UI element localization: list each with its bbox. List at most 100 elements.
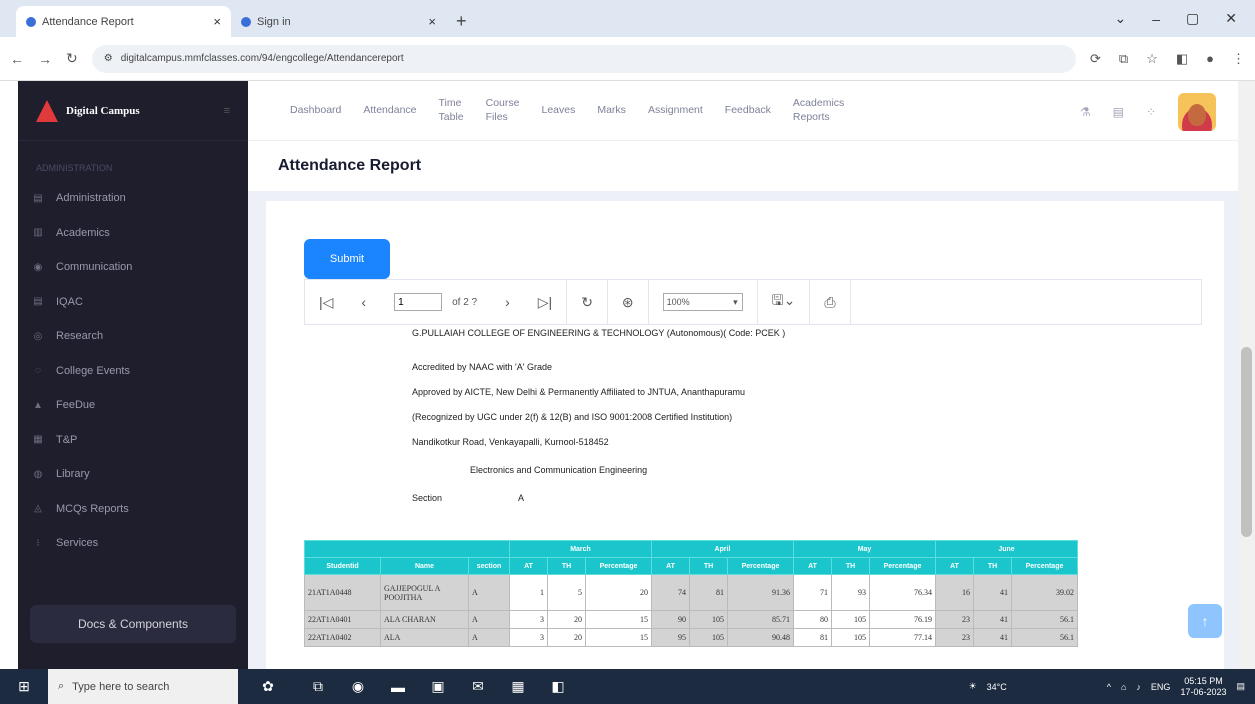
- app-icon[interactable]: ◧: [538, 669, 578, 704]
- sidebar-item-tp[interactable]: ▦ T&P: [18, 423, 248, 458]
- collapse-sidebar-icon[interactable]: ≡: [224, 105, 230, 117]
- side-panel-icon[interactable]: ◧: [1176, 51, 1188, 67]
- nav-label: Dashboard: [290, 103, 342, 116]
- mail-icon[interactable]: ✉: [458, 669, 498, 704]
- table-cell: A: [468, 628, 510, 647]
- close-window-icon[interactable]: ✕: [1225, 10, 1237, 27]
- weather-icon[interactable]: ☀: [969, 681, 977, 692]
- menu-kebab-icon[interactable]: ⋮: [1232, 51, 1245, 67]
- avatar-face: [1188, 104, 1206, 126]
- volume-icon[interactable]: ♪: [1136, 682, 1141, 692]
- top-navigation: Dashboard Attendance Time Table Course Fil…: [248, 81, 1238, 141]
- menu-icon: ▤: [33, 192, 43, 204]
- avatar[interactable]: [1178, 93, 1216, 131]
- tab-attendance-report[interactable]: Attendance Report ×: [16, 6, 231, 37]
- task-view-icon[interactable]: ⧉: [298, 669, 338, 704]
- file-explorer-icon[interactable]: ▬: [378, 669, 418, 704]
- page-scrollbar[interactable]: [1238, 81, 1255, 669]
- activity-icon[interactable]: ⚗: [1080, 105, 1091, 119]
- tab-title: Sign in: [257, 15, 291, 28]
- column-header: TH: [547, 557, 586, 575]
- search-icon: ⌕: [58, 680, 65, 692]
- maximize-icon[interactable]: ▢: [1186, 10, 1199, 27]
- profile-icon[interactable]: ●: [1206, 51, 1214, 66]
- translate-icon[interactable]: ⟳: [1090, 51, 1101, 67]
- sidebar-item-library[interactable]: ◍ Library: [18, 457, 248, 492]
- attendance-table: March April May June Studentid Name sect…: [304, 540, 1078, 647]
- reload-icon[interactable]: ↻: [66, 50, 78, 67]
- table-cell: 3: [509, 610, 548, 629]
- language-indicator[interactable]: ENG: [1151, 682, 1171, 692]
- nav-label: Files: [485, 110, 508, 123]
- sidebar-item-communication[interactable]: ◉ Communication: [18, 250, 248, 285]
- clock[interactable]: 05:15 PM 17-06-2023: [1180, 676, 1226, 698]
- table-row: 22AT1A0401 ALA CHARAN A 3 20 15 90 105 8…: [304, 610, 1078, 629]
- nav-leaves[interactable]: Leaves: [541, 104, 575, 117]
- notification-icon[interactable]: ▤: [1236, 681, 1245, 692]
- zoom-select[interactable]: 100% ▾: [662, 293, 743, 311]
- page-number-input[interactable]: [394, 293, 443, 311]
- nav-label: Marks: [597, 103, 626, 116]
- url-input[interactable]: ⚙ digitalcampus.mmfclasses.com/94/engcol…: [91, 44, 1076, 73]
- sidebar-item-research[interactable]: ◎ Research: [18, 319, 248, 354]
- column-header: AT: [793, 557, 832, 575]
- bookmark-star-icon[interactable]: ☆: [1146, 51, 1158, 67]
- brand: Digital Campus ≡: [18, 81, 248, 141]
- tab-search-icon[interactable]: ⌄: [1115, 10, 1127, 27]
- export-icon[interactable]: 🖫⌄: [758, 279, 811, 325]
- store-icon[interactable]: ▣: [418, 669, 458, 704]
- nav-assignment[interactable]: Assignment: [648, 104, 703, 117]
- next-page-icon[interactable]: ›: [491, 279, 524, 325]
- site-info-icon[interactable]: ⚙: [104, 53, 113, 64]
- sidebar-item-administration[interactable]: ▤ Administration: [18, 181, 248, 216]
- print-icon[interactable]: ⎙: [810, 279, 851, 325]
- back-icon[interactable]: ←: [10, 51, 24, 67]
- app-icon[interactable]: ▦: [498, 669, 538, 704]
- new-tab-button[interactable]: +: [446, 6, 477, 37]
- column-header: TH: [831, 557, 870, 575]
- refresh-icon[interactable]: ↻: [567, 279, 608, 325]
- scrollbar-thumb[interactable]: [1241, 347, 1252, 537]
- sidebar-item-label: FeeDue: [56, 399, 96, 412]
- chat-icon[interactable]: ▤: [1113, 105, 1124, 119]
- menu-icon: ◬: [34, 503, 42, 515]
- sidebar-item-academics[interactable]: ▥ Academics: [18, 216, 248, 251]
- taskbar-search-placeholder: Type here to search: [72, 680, 170, 693]
- docs-components-button[interactable]: Docs & Components: [30, 605, 236, 643]
- windows-start-icon[interactable]: ⊞: [0, 669, 48, 704]
- nav-feedback[interactable]: Feedback: [725, 104, 771, 117]
- install-icon[interactable]: ⧉: [1119, 51, 1128, 67]
- minimize-icon[interactable]: –: [1152, 11, 1160, 27]
- widget-icon[interactable]: ✿: [238, 669, 298, 704]
- close-tab-icon[interactable]: ×: [428, 14, 436, 29]
- nav-academics-reports[interactable]: Academics Reports: [793, 97, 844, 123]
- nav-time-table[interactable]: Time Table: [439, 97, 464, 123]
- sidebar-item-feedue[interactable]: ▲ FeeDue: [18, 388, 248, 423]
- chrome-icon[interactable]: ◉: [338, 669, 378, 704]
- close-tab-icon[interactable]: ×: [213, 14, 221, 29]
- table-cell: 23: [935, 628, 974, 647]
- apps-grid-icon[interactable]: ⁘: [1146, 105, 1156, 119]
- tab-sign-in[interactable]: Sign in ×: [231, 6, 446, 37]
- forward-icon[interactable]: →: [38, 51, 52, 67]
- sidebar-item-iqac[interactable]: ▤ IQAC: [18, 285, 248, 320]
- first-page-icon[interactable]: |◁: [305, 279, 347, 325]
- nav-marks[interactable]: Marks: [597, 104, 626, 117]
- scroll-top-button[interactable]: ↑: [1188, 604, 1222, 638]
- last-page-icon[interactable]: ▷|: [524, 279, 568, 325]
- sidebar-item-label: Administration: [56, 192, 126, 205]
- taskbar-search[interactable]: ⌕ Type here to search: [48, 669, 238, 704]
- network-icon[interactable]: ⌂: [1121, 682, 1126, 692]
- previous-page-icon[interactable]: ‹: [347, 279, 380, 325]
- sidebar-item-services[interactable]: ⁝ Services: [18, 526, 248, 561]
- nav-dashboard[interactable]: Dashboard: [290, 104, 341, 117]
- nav-attendance[interactable]: Attendance: [363, 104, 416, 117]
- report-department: Electronics and Communication Engineerin…: [470, 465, 648, 475]
- submit-button[interactable]: Submit: [304, 239, 390, 279]
- sidebar-item-college-events[interactable]: ◌ College Events: [18, 354, 248, 389]
- tray-chevron-icon[interactable]: ^: [1107, 682, 1111, 692]
- nav-course-files[interactable]: Course Files: [486, 97, 520, 123]
- sidebar-item-mcqs-reports[interactable]: ◬ MCQs Reports: [18, 492, 248, 527]
- brand-name: Digital Campus: [66, 104, 140, 117]
- back-to-parent-icon[interactable]: ⊛: [608, 279, 649, 325]
